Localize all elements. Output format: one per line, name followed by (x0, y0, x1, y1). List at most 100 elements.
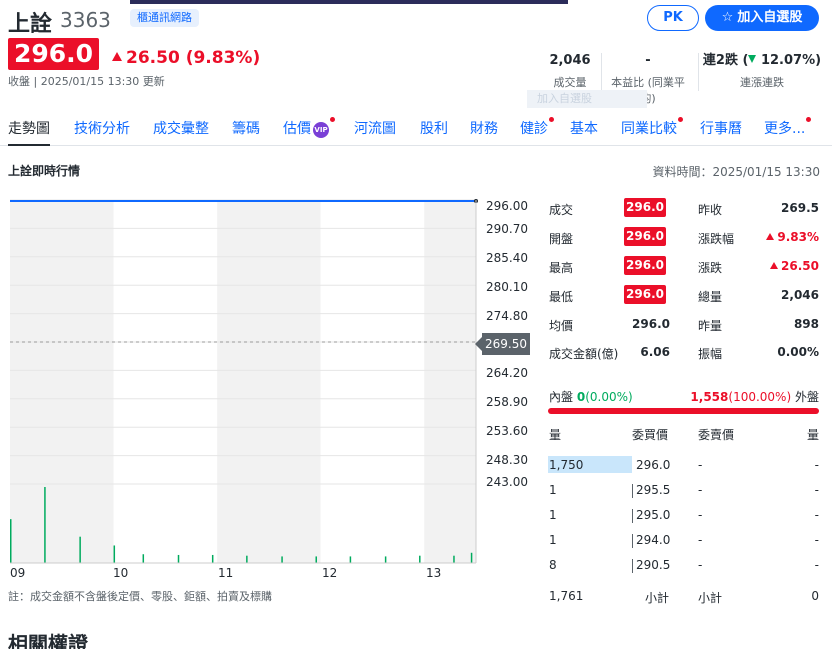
down-triangle-icon (748, 55, 757, 63)
volume-bar (281, 556, 283, 563)
ob-bid-qty: 1 (549, 533, 557, 547)
outer-volume: 1,558(100.00%) 外盤 (690, 388, 819, 405)
quote-left-label: 成交金額(億) (549, 347, 619, 361)
ghost-add-watchlist: 加入自選股 (527, 90, 647, 108)
related-warrants-title: 相關權證 (8, 632, 88, 649)
tab-2[interactable]: 成交彙整 (153, 118, 209, 138)
close-status: 收盤 | 2025/01/15 13:30 更新 (8, 75, 165, 88)
tab-label: 同業比較 (621, 121, 677, 137)
tab-label: 估價 (283, 121, 311, 137)
streak-prefix: 連2跌 ( (702, 53, 749, 68)
ob-bid-qty: 1,750 (549, 458, 584, 472)
quote-left-value: 296.0 (624, 285, 666, 304)
quote-right-value: 26.50 (770, 259, 819, 273)
tab-label: 健診 (520, 121, 548, 137)
quote-right-label: 昨量 (698, 319, 723, 333)
stat-streak-value: 連2跌 ( 12.07%) (702, 52, 822, 70)
ob-ask-price: - (698, 483, 703, 497)
quote-right-value-text: 269.5 (781, 201, 819, 215)
price-change: 26.50 (9.83%) (112, 48, 260, 68)
tab-label: 基本 (570, 121, 598, 137)
up-triangle-icon (770, 262, 779, 269)
ask-total: 0 (811, 589, 819, 603)
quote-left-value: 296.0 (624, 256, 666, 275)
inner-pct: (0.00%) (585, 390, 633, 404)
ob-ask-price: - (698, 533, 703, 547)
volume-bar (453, 555, 455, 563)
tab-label: 走勢圖 (8, 121, 50, 137)
y-tick-label: 243.00 (486, 475, 528, 489)
tab-10[interactable]: 同業比較 (621, 117, 683, 138)
tab-1[interactable]: 技術分析 (74, 118, 130, 138)
ob-ask-qty: - (814, 533, 819, 547)
tab-5[interactable]: 河流圖 (354, 118, 396, 138)
y-tick-label: 285.40 (486, 251, 528, 265)
ob-ask-qty: - (814, 558, 819, 572)
inner-value: 0 (576, 390, 586, 404)
stat-divider (698, 53, 699, 91)
ob-depth-marker (632, 534, 633, 548)
volume-bar (10, 519, 12, 563)
stock-code: 3363 (60, 8, 111, 32)
quote-right-value: 269.5 (781, 201, 819, 215)
y-tick-label: 253.60 (486, 424, 528, 438)
pk-button[interactable]: PK (647, 5, 699, 31)
price-change-text: 26.50 (9.83%) (126, 48, 261, 68)
hour-band (113, 200, 218, 563)
stat-volume: 2,046 成交量 (544, 52, 596, 90)
tab-4[interactable]: 估價 VIP (283, 117, 335, 138)
y-tick-label: 296.00 (486, 199, 528, 213)
volume-bar (113, 545, 116, 563)
bid-subtotal-label: 小計 (645, 591, 670, 605)
volume-bar (349, 556, 352, 563)
hour-band (217, 200, 321, 563)
top-banner[interactable] (130, 0, 568, 4)
tab-3[interactable]: 籌碼 (232, 118, 260, 138)
quote-right-label: 振幅 (698, 347, 723, 361)
quote-left-value: 6.06 (640, 345, 670, 359)
up-triangle-icon (766, 233, 775, 240)
prev-close-tag: 269.50 (475, 333, 530, 355)
quote-right-value-text: 26.50 (781, 259, 819, 273)
tab-6[interactable]: 股利 (420, 118, 448, 138)
tab-12[interactable]: 更多... (764, 117, 812, 138)
quote-left-label: 成交 (549, 203, 574, 217)
data-time: 資料時間：2025/01/15 13:30 (652, 165, 820, 179)
industry-tag[interactable]: 櫃通訊網路 (130, 9, 199, 27)
ob-ask-price: - (698, 458, 703, 472)
stock-name: 上詮 (8, 12, 53, 37)
quote-left-value: 296.0 (632, 317, 670, 331)
intraday-chart[interactable] (0, 192, 540, 587)
ob-bid-price: 296.0 (636, 458, 671, 472)
y-tick-label: 248.30 (486, 453, 528, 467)
tab-8[interactable]: 健診 (520, 117, 554, 138)
quote-right-value: 9.83% (766, 230, 819, 244)
ob-depth-marker (632, 509, 633, 523)
inout-ratio-bar (548, 408, 819, 414)
hour-band (10, 200, 114, 563)
tab-11[interactable]: 行事曆 (700, 118, 742, 138)
ob-bid-price: 295.5 (636, 483, 671, 497)
tab-label: 技術分析 (74, 121, 130, 137)
y-tick-label: 264.20 (486, 366, 528, 380)
tab-9[interactable]: 基本 (570, 118, 598, 138)
x-tick-label: 13 (426, 566, 442, 580)
bid-total: 1,761 (549, 589, 584, 603)
x-tick-label: 12 (322, 566, 338, 580)
volume-bar (44, 487, 46, 563)
ob-bid-price: 294.0 (636, 533, 671, 547)
add-watchlist-button[interactable]: ☆ 加入自選股 (705, 5, 819, 31)
ob-bid-qty: 8 (549, 558, 557, 572)
stat-pe-value: - (645, 53, 651, 68)
tab-7[interactable]: 財務 (470, 118, 498, 138)
tab-0[interactable]: 走勢圖 (8, 118, 50, 146)
quote-right-label: 總量 (698, 290, 723, 304)
streak-pct: 12.07% (760, 53, 816, 68)
current-price: 296.0 (8, 38, 99, 70)
hour-band (424, 200, 476, 563)
quote-right-label: 漲跌 (698, 261, 723, 275)
tab-label: 籌碼 (232, 121, 260, 137)
ob-header-ask-qty: 量 (806, 428, 819, 442)
ob-header-ask-price: 委賣價 (698, 428, 735, 442)
section-title: 上詮即時行情 (8, 164, 81, 178)
